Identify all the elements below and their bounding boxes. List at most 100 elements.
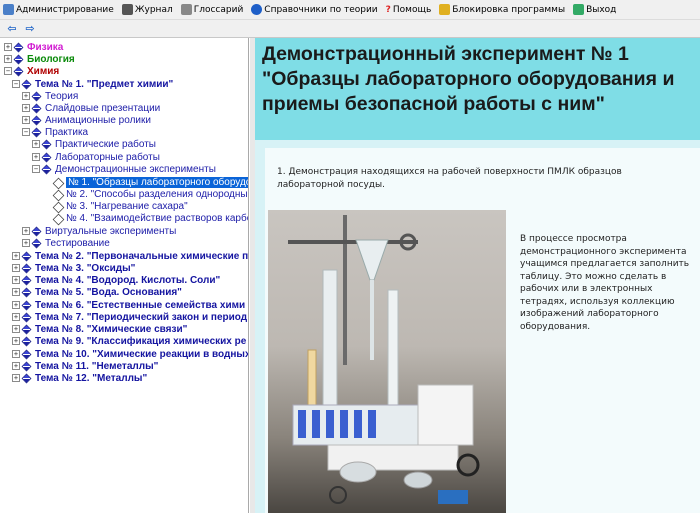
expand-icon[interactable]: + [12, 350, 20, 358]
menu-administration[interactable]: Администрирование [3, 4, 114, 15]
tree-item-topic[interactable]: + Тема № 9. "Классификация химических ре [12, 335, 246, 347]
tree-item-demo2[interactable]: № 2. "Способы разделения однородны [52, 188, 248, 200]
tree-item-physics[interactable]: + Физика [4, 41, 63, 53]
expand-icon[interactable]: + [32, 140, 40, 148]
diamond-icon [21, 312, 32, 322]
menu-exit[interactable]: Выход [573, 4, 616, 15]
tree-item-practice[interactable]: − Практика [22, 126, 88, 138]
expand-icon[interactable]: + [12, 301, 20, 309]
diamond-icon [31, 103, 42, 113]
expand-icon[interactable]: + [4, 43, 12, 51]
collapse-icon[interactable]: − [22, 128, 30, 136]
tree-item-animations[interactable]: + Анимационные ролики [22, 114, 151, 126]
menu-lock-program[interactable]: Блокировка программы [439, 4, 565, 15]
diamond-icon [13, 54, 24, 64]
expand-icon[interactable]: + [12, 337, 20, 345]
glossary-icon [180, 4, 192, 15]
tree-item-topic[interactable]: + Тема № 8. "Химические связи" [12, 323, 187, 335]
diamond-icon [31, 115, 42, 125]
expand-icon[interactable]: + [12, 313, 20, 321]
tree-item-demo3[interactable]: № 3. "Нагревание сахара" [52, 200, 188, 212]
tree-item-testing[interactable]: + Тестирование [22, 237, 110, 249]
diamond-icon [13, 66, 24, 76]
diamond-icon [21, 373, 32, 383]
lab-equipment-illustration [288, 215, 480, 504]
tree-item-topic[interactable]: + Тема № 2. "Первоначальные химические п [12, 250, 248, 262]
tree-item-topic[interactable]: + Тема № 3. "Оксиды" [12, 262, 135, 274]
expand-icon[interactable]: + [12, 252, 20, 260]
diamond-icon [21, 349, 32, 359]
diamond-icon [31, 91, 42, 101]
expand-icon[interactable]: + [12, 362, 20, 370]
tree-item-topic1[interactable]: − Тема № 1. "Предмет химии" [12, 78, 173, 90]
tree-item-lab-works[interactable]: + Лабораторные работы [32, 151, 160, 163]
menubar: Администрирование Журнал Глоссарий Справ… [0, 0, 700, 20]
forward-arrow-icon[interactable]: ⇨ [22, 22, 38, 36]
collapse-icon[interactable]: − [12, 80, 20, 88]
expand-icon[interactable]: + [12, 374, 20, 382]
expand-icon[interactable]: + [32, 153, 40, 161]
diamond-icon [21, 361, 32, 371]
tree-item-demo-experiments[interactable]: − Демонстрационные эксперименты [32, 163, 216, 175]
diamond-icon [13, 42, 24, 52]
tree-item-topic[interactable]: + Тема № 12. "Металлы" [12, 372, 147, 384]
expand-icon[interactable]: + [22, 116, 30, 124]
tree-item-practical-works[interactable]: + Практические работы [32, 138, 156, 150]
diamond-icon [21, 336, 32, 346]
diamond-icon [21, 300, 32, 310]
expand-icon[interactable]: + [12, 264, 20, 272]
menu-glossary[interactable]: Глоссарий [180, 4, 244, 15]
expand-icon[interactable]: + [4, 55, 12, 63]
expand-icon[interactable]: + [12, 325, 20, 333]
menu-theory-reference[interactable]: Справочники по теории [251, 4, 378, 15]
help-icon: ? [385, 4, 391, 15]
diamond-icon [41, 152, 52, 162]
menu-label: Помощь [392, 4, 432, 15]
tree-item-chemistry[interactable]: − Химия [4, 65, 59, 77]
diamond-icon [21, 287, 32, 297]
navigation-tree[interactable]: + Физика + Биология − Химия − Тема № 1. … [0, 38, 249, 513]
menu-help[interactable]: ? Помощь [386, 5, 432, 15]
collapse-icon[interactable]: − [32, 165, 40, 173]
document-icon [52, 213, 63, 224]
tree-item-theory[interactable]: + Теория [22, 90, 78, 102]
tree-item-topic[interactable]: + Тема № 5. "Вода. Основания" [12, 286, 182, 298]
diamond-icon [31, 226, 42, 236]
expand-icon[interactable]: + [22, 227, 30, 235]
expand-icon[interactable]: + [12, 288, 20, 296]
journal-icon [121, 4, 133, 15]
diamond-icon [41, 164, 52, 174]
diamond-icon [21, 251, 32, 261]
tree-item-topic[interactable]: + Тема № 4. "Водород. Кислоты. Соли" [12, 274, 220, 286]
tree-item-demo1[interactable]: № 1. "Образцы лабораторного оборудо [52, 176, 248, 188]
back-arrow-icon[interactable]: ⇦ [4, 22, 20, 36]
tree-item-biology[interactable]: + Биология [4, 53, 75, 65]
content-panel: Демонстрационный эксперимент № 1 "Образц… [255, 38, 700, 513]
menu-label: Справочники по теории [264, 4, 378, 15]
document-icon [52, 189, 63, 200]
expand-icon[interactable]: + [12, 276, 20, 284]
diamond-icon [21, 263, 32, 273]
expand-icon[interactable]: + [22, 92, 30, 100]
expand-icon[interactable]: + [22, 104, 30, 112]
lab-equipment-photo [268, 210, 506, 513]
tree-item-topic[interactable]: + Тема № 11. "Неметаллы" [12, 360, 158, 372]
menu-journal[interactable]: Журнал [121, 4, 173, 15]
tree-item-demo4[interactable]: № 4. "Взаимодействие растворов карбо [52, 212, 248, 224]
tree-item-topic[interactable]: + Тема № 10. "Химические реакции в водны… [12, 348, 248, 360]
instruction-text: В процессе просмотра демонстрационного э… [520, 234, 690, 332]
menu-label: Глоссарий [193, 4, 244, 15]
expand-icon[interactable]: + [22, 239, 30, 247]
diamond-icon [41, 139, 52, 149]
diamond-icon [21, 79, 32, 89]
tree-item-virtual[interactable]: + Виртуальные эксперименты [22, 225, 176, 237]
lock-icon [439, 4, 451, 15]
page-title: Демонстрационный эксперимент № 1 "Образц… [262, 43, 675, 115]
diamond-icon [21, 324, 32, 334]
exit-icon [573, 4, 585, 15]
tree-item-slides[interactable]: + Слайдовые презентации [22, 102, 160, 114]
collapse-icon[interactable]: − [4, 67, 12, 75]
tree-item-topic[interactable]: + Тема № 6. "Естественные семейства хими [12, 299, 245, 311]
demo-item-text: 1. Демонстрация находящихся на рабочей п… [277, 167, 622, 190]
tree-item-topic[interactable]: + Тема № 7. "Периодический закон и перио… [12, 311, 247, 323]
